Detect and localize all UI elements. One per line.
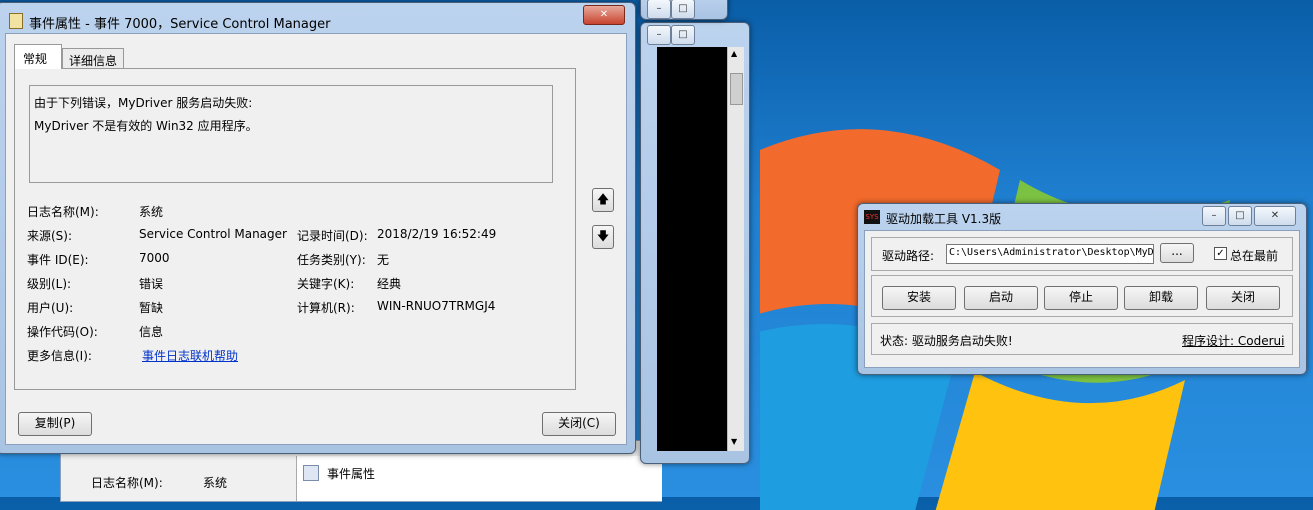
more-info-label: 更多信息(I): (27, 349, 92, 363)
logged-value: 2018/2/19 16:52:49 (377, 227, 497, 241)
bg-actions-pane: 事件属性 (296, 456, 662, 501)
designer-link[interactable]: 程序设计: Coderui (1182, 332, 1284, 349)
status-text: 状态: 驱动服务启动失败! (880, 334, 1013, 348)
minimize-button[interactable]: – (1202, 206, 1226, 226)
path-label: 驱动路径: (882, 249, 935, 263)
more-info-link[interactable]: 事件日志联机帮助 (142, 347, 238, 364)
message-line-2: MyDriver 不是有效的 Win32 应用程序。 (34, 119, 258, 133)
always-on-top-checkbox[interactable]: ✓ (1214, 247, 1227, 260)
tab-general[interactable]: 常规 (14, 44, 62, 69)
event-id-label: 事件 ID(E): (27, 253, 89, 267)
stop-button[interactable]: 停止 (1044, 286, 1118, 310)
message-line-1: 由于下列错误，MyDriver 服务启动失败: (34, 96, 253, 110)
behind-window-caption: – □ (640, 0, 728, 20)
event-properties-window: 事件属性 - 事件 7000，Service Control Manager ✕… (0, 2, 636, 454)
bg-log-name-value: 系统 (203, 476, 228, 490)
log-name-value: 系统 (139, 205, 164, 219)
tab-general-label: 常规 (23, 52, 48, 66)
path-group: 驱动路径: C:\Users\Administrator\Desktop\MyD… (871, 237, 1293, 271)
maximize-button[interactable]: □ (1228, 206, 1252, 226)
minimize-button[interactable]: – (647, 0, 671, 19)
maximize-button[interactable]: □ (671, 25, 695, 45)
scroll-thumb[interactable] (730, 73, 743, 105)
scroll-down-icon[interactable]: ▼ (731, 437, 737, 446)
level-label: 级别(L): (27, 277, 72, 291)
event-viewer-icon (9, 13, 23, 29)
sys-icon: SYS (864, 210, 880, 224)
event-message-box[interactable]: 由于下列错误，MyDriver 服务启动失败: MyDriver 不是有效的 W… (29, 85, 553, 183)
tab-details-label: 详细信息 (69, 54, 118, 68)
scroll-up-icon[interactable]: ▲ (731, 49, 737, 58)
computer-label: 计算机(R): (297, 301, 355, 315)
driver-tool-body: 驱动路径: C:\Users\Administrator\Desktop\MyD… (864, 230, 1300, 368)
opcode-value: 信息 (139, 325, 164, 339)
logged-label: 记录时间(D): (297, 229, 368, 243)
tab-details[interactable]: 详细信息 (62, 48, 124, 69)
next-event-button[interactable]: 🡇 (592, 225, 614, 249)
action-item-event-properties[interactable]: 事件属性 (327, 465, 375, 482)
event-id-value: 7000 (139, 251, 170, 265)
always-on-top-label: 总在最前 (1230, 249, 1279, 263)
close-icon[interactable]: ✕ (583, 5, 625, 25)
window-title: 事件属性 - 事件 7000，Service Control Manager (29, 17, 331, 32)
computer-value: WIN-RNUO7TRMGJ4 (377, 299, 496, 313)
copy-button[interactable]: 复制(P) (18, 412, 92, 436)
user-label: 用户(U): (27, 301, 74, 315)
minimize-button[interactable]: – (647, 25, 671, 45)
console-scrollbar[interactable]: ▲ ▼ (727, 47, 744, 451)
level-value: 错误 (139, 277, 164, 291)
install-button[interactable]: 安装 (882, 286, 956, 310)
status-bar: 状态: 驱动服务启动失败! 程序设计: Coderui (871, 323, 1293, 355)
path-input-value: C:\Users\Administrator\Desktop\MyD (949, 247, 1154, 258)
task-label: 任务类别(Y): (297, 253, 366, 267)
source-value: Service Control Manager (139, 227, 287, 241)
previous-event-button[interactable]: 🡅 (592, 188, 614, 212)
source-label: 来源(S): (27, 229, 73, 243)
keywords-label: 关键字(K): (297, 277, 355, 291)
path-input[interactable]: C:\Users\Administrator\Desktop\MyD (946, 244, 1154, 264)
uninstall-button[interactable]: 卸载 (1124, 286, 1198, 310)
event-properties-icon (303, 465, 319, 481)
close-button[interactable]: 关闭(C) (542, 412, 616, 436)
task-value: 无 (377, 253, 390, 267)
dialog-body: 常规 详细信息 由于下列错误，MyDriver 服务启动失败: MyDriver… (5, 33, 627, 445)
start-button[interactable]: 启动 (964, 286, 1038, 310)
general-panel: 由于下列错误，MyDriver 服务启动失败: MyDriver 不是有效的 W… (14, 68, 576, 390)
close-icon[interactable]: ✕ (1254, 206, 1296, 226)
bg-log-name-label: 日志名称(M): (91, 476, 163, 490)
keywords-value: 经典 (377, 277, 402, 291)
driver-tool-window: SYS 驱动加载工具 V1.3版 – □ ✕ 驱动路径: C:\Users\Ad… (857, 203, 1307, 375)
maximize-button[interactable]: □ (671, 0, 695, 19)
user-value: 暂缺 (139, 301, 164, 315)
exit-button[interactable]: 关闭 (1206, 286, 1280, 310)
console-output (657, 47, 727, 451)
driver-tool-title: 驱动加载工具 V1.3版 (886, 212, 1002, 226)
console-window: – □ ▲ ▼ (640, 22, 750, 464)
log-name-label: 日志名称(M): (27, 205, 99, 219)
actions-group: 安装 启动 停止 卸载 关闭 (871, 275, 1293, 317)
browse-button[interactable]: ... (1160, 243, 1194, 263)
opcode-label: 操作代码(O): (27, 325, 98, 339)
